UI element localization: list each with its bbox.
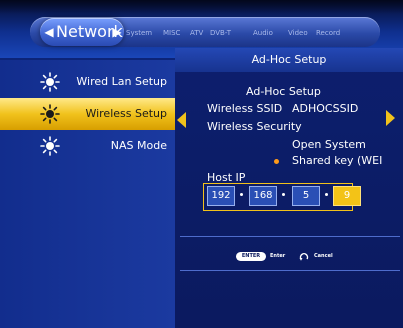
sidebar-item-nas-mode[interactable]: NAS Mode <box>0 130 175 162</box>
tab-atv[interactable]: ATV <box>190 26 203 40</box>
ip-separator <box>240 193 243 196</box>
sidebar-item-label: Wired Lan Setup <box>76 75 167 88</box>
chevron-right-icon[interactable]: ▶ <box>112 24 122 40</box>
selected-option-indicator <box>274 159 279 164</box>
sidebar-item-wireless-setup[interactable]: Wireless Setup <box>0 98 175 130</box>
tab-system[interactable]: System <box>126 26 152 40</box>
ip-octet-4[interactable]: 9 <box>333 186 361 206</box>
ssid-value[interactable]: ADHOCSSID <box>292 102 358 116</box>
sidebar-item-wired-lan-setup[interactable]: Wired Lan Setup <box>0 66 175 98</box>
ip-octet-2[interactable]: 168 <box>249 186 277 206</box>
enter-hint-label: Enter <box>270 253 286 259</box>
security-option-shared-key[interactable]: Shared key (WEI <box>292 154 382 168</box>
sun-icon <box>40 136 60 156</box>
tab-video[interactable]: Video <box>288 26 308 40</box>
sidebar-item-label: Wireless Setup <box>85 107 167 120</box>
tab-dvb-t[interactable]: DVB-T <box>210 26 231 40</box>
current-category-label: Network <box>56 22 123 41</box>
tab-record[interactable]: Record <box>316 26 340 40</box>
divider <box>180 236 400 237</box>
ip-octet-3[interactable]: 5 <box>292 186 320 206</box>
chevron-left-icon[interactable]: ◀ <box>44 24 54 40</box>
ip-octet-1[interactable]: 192 <box>207 186 235 206</box>
sun-icon <box>40 104 60 124</box>
security-option-open-system[interactable]: Open System <box>292 138 366 152</box>
arrow-left-icon[interactable] <box>177 112 186 128</box>
tab-audio[interactable]: Audio <box>253 26 273 40</box>
tab-misc[interactable]: MISC <box>163 26 180 40</box>
arrow-right-icon[interactable] <box>386 110 395 126</box>
enter-key-badge: ENTER <box>236 252 266 261</box>
top-band-shadow <box>0 0 403 14</box>
panel-title: Ad-Hoc Setup <box>251 53 327 66</box>
ssid-label: Wireless SSID <box>207 102 283 115</box>
ip-separator <box>325 193 328 196</box>
sun-icon <box>40 72 60 92</box>
sidebar-item-label: NAS Mode <box>110 139 167 152</box>
security-label: Wireless Security <box>207 120 302 133</box>
return-icon <box>299 253 309 261</box>
cancel-hint-label: Cancel <box>314 253 333 259</box>
ip-separator <box>282 193 285 196</box>
divider <box>180 270 400 271</box>
section-subtitle: Ad-Hoc Setup <box>246 85 321 98</box>
